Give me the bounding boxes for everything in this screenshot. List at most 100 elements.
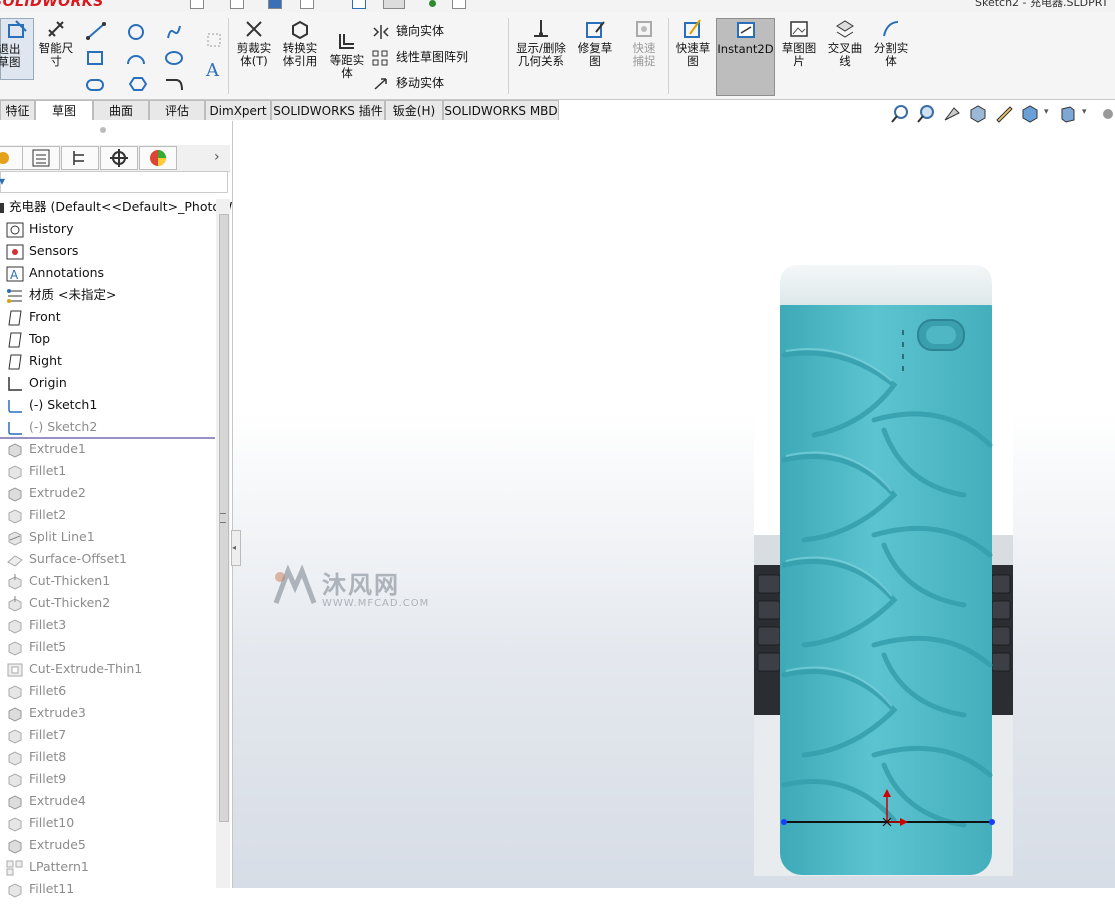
print-icon[interactable] (300, 0, 314, 9)
new-doc-icon[interactable] (190, 0, 204, 9)
tree-item[interactable]: Extrude1 (6, 438, 86, 460)
tree-item[interactable]: Fillet6 (6, 680, 66, 702)
tree-item-label: Fillet1 (29, 463, 67, 478)
view-orientation-icon[interactable] (1020, 104, 1040, 124)
tree-item[interactable]: Cut-Thicken2 (6, 592, 110, 614)
tree-item[interactable]: Extrude5 (6, 834, 86, 856)
intersection-curve-button[interactable]: 交叉曲线 (824, 18, 866, 68)
smart-dimension-button[interactable]: 智能尺寸 (36, 18, 76, 68)
move-entities-button[interactable]: 移动实体 (372, 74, 444, 92)
chevron-down-icon[interactable]: ▾ (1044, 107, 1049, 117)
configuration-manager-tab[interactable] (61, 146, 99, 170)
tab-addins[interactable]: SOLIDWORKS 插件 (271, 100, 385, 120)
tab-features[interactable]: 特征 (0, 100, 35, 120)
trim-icon (246, 21, 262, 37)
save-icon[interactable] (268, 0, 282, 9)
repair-sketch-icon (586, 21, 605, 38)
rollback-bar[interactable] (0, 437, 215, 439)
trim-entities-button[interactable]: 剪裁实体(T) (234, 18, 274, 68)
mirror-entities-button[interactable]: 镜向实体 (372, 22, 444, 40)
extrude-icon (6, 442, 24, 458)
tree-item-label: LPattern1 (29, 859, 89, 874)
panel-grip[interactable] (100, 127, 106, 133)
chevron-down-icon[interactable]: ▾ (1082, 107, 1087, 117)
tab-evaluate[interactable]: 评估 (149, 100, 205, 120)
section-view-icon[interactable] (968, 104, 988, 124)
open-icon[interactable] (230, 0, 244, 9)
tree-item[interactable]: Extrude4 (6, 790, 86, 812)
tab-surfaces[interactable]: 曲面 (93, 100, 149, 120)
linear-pattern-button[interactable]: 线性草图阵列 (372, 48, 468, 66)
tree-item[interactable]: Split Line1 (6, 526, 95, 548)
sketch-picture[interactable] (754, 245, 1013, 876)
fillet-icon (6, 640, 24, 656)
tree-item[interactable]: Fillet2 (6, 504, 66, 526)
tree-item[interactable]: Right (6, 350, 62, 372)
tree-item[interactable]: LPattern1 (6, 856, 89, 878)
tree-item[interactable]: Fillet7 (6, 724, 66, 746)
tab-dimxpert[interactable]: DimXpert (205, 100, 271, 120)
panel-collapse-handle[interactable]: ◂ (231, 530, 241, 566)
tree-item[interactable]: 材质 <未指定> (6, 284, 116, 306)
tree-item[interactable]: Extrude2 (6, 482, 86, 504)
sketch-tools-grid[interactable]: A (84, 20, 224, 104)
feature-manager-tabs: › (0, 145, 230, 172)
select-icon[interactable] (383, 0, 405, 9)
tree-item[interactable]: Front (6, 306, 61, 328)
svg-text:A: A (10, 268, 19, 282)
sketch-picture-button[interactable]: 草图图片 (778, 18, 820, 68)
tree-item[interactable]: Fillet9 (6, 768, 66, 790)
tree-item[interactable]: Top (6, 328, 50, 350)
display-style-icon[interactable] (1058, 104, 1078, 124)
tree-item[interactable]: Cut-Thicken1 (6, 570, 110, 592)
chevron-right-icon[interactable]: › (214, 149, 220, 165)
tree-filter-box[interactable]: ▾ (0, 171, 228, 193)
file-props-icon[interactable] (452, 0, 466, 9)
tree-item[interactable]: Fillet5 (6, 636, 66, 658)
dynamic-annotation-icon[interactable] (994, 104, 1014, 124)
zoom-area-icon[interactable] (916, 104, 936, 124)
tree-item-label: Fillet6 (29, 683, 67, 698)
exit-sketch-button[interactable]: 退出草图 (0, 18, 34, 80)
tab-sketch[interactable]: 草图 (35, 100, 93, 120)
convert-entities-icon (292, 20, 308, 40)
instant2d-button[interactable]: Instant2D (716, 18, 775, 96)
tree-item[interactable]: Fillet3 (6, 614, 66, 636)
repair-sketch-button[interactable]: 修复草图 (574, 18, 616, 68)
hide-show-icon[interactable] (1098, 104, 1115, 124)
property-manager-tab[interactable] (22, 146, 60, 170)
command-manager: 退出草图 智能尺寸 A 剪裁实体(T) 转换实体引用 等距实体 镜向实体 线性草… (0, 12, 1115, 100)
tree-item[interactable]: A Annotations (6, 262, 104, 284)
tree-item[interactable]: Surface-Offset1 (6, 548, 127, 570)
tree-item[interactable]: Sensors (6, 240, 78, 262)
tree-item[interactable]: (-) Sketch2 (6, 416, 97, 438)
tree-item[interactable]: Fillet10 (6, 812, 74, 834)
zoom-to-fit-icon[interactable] (890, 104, 910, 124)
tab-mbd[interactable]: SOLIDWORKS MBD (443, 100, 559, 120)
split-body-button[interactable]: 分割实体 (870, 18, 912, 68)
offset-entities-button[interactable]: 等距实体 (325, 30, 369, 80)
tree-item[interactable]: History (6, 218, 73, 240)
splitter-grip[interactable] (220, 513, 226, 523)
rapid-sketch-button[interactable]: 快速草图 (672, 18, 714, 68)
display-relations-button[interactable]: 显示/删除几何关系 (512, 18, 570, 68)
tree-item[interactable]: Origin (6, 372, 67, 394)
tree-item[interactable]: Fillet8 (6, 746, 66, 768)
tab-sheet-metal[interactable]: 钣金(H) (385, 100, 443, 120)
intersection-curve-icon (836, 20, 854, 38)
tree-root[interactable]: 充电器 (Default<<Default>_PhotoW (0, 196, 232, 218)
tree-item[interactable]: Fillet11 (6, 878, 74, 900)
options-icon[interactable] (429, 0, 436, 7)
tree-item[interactable]: (-) Sketch1 (6, 394, 97, 416)
dimxpert-manager-tab[interactable] (100, 146, 138, 170)
tree-item[interactable]: Fillet1 (6, 460, 66, 482)
display-manager-tab[interactable] (139, 146, 177, 170)
previous-view-icon[interactable] (942, 104, 962, 124)
quick-snaps-button[interactable]: 快速捕捉 (624, 18, 664, 68)
convert-entities-button[interactable]: 转换实体引用 (278, 18, 322, 68)
tree-item[interactable]: Cut-Extrude-Thin1 (6, 658, 142, 680)
tree-item[interactable]: Extrude3 (6, 702, 86, 724)
tree-item-label: Front (29, 309, 61, 324)
point-icon (207, 33, 221, 47)
rebuild-icon[interactable] (352, 0, 366, 9)
